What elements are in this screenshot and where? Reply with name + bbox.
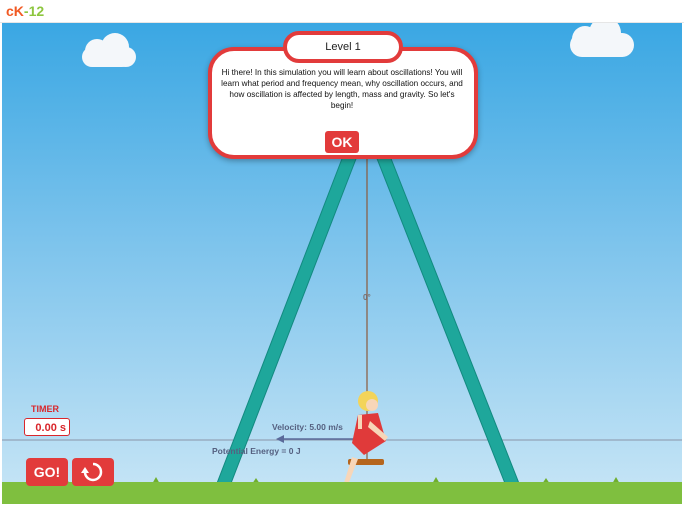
reset-icon [81,462,103,482]
top-bar: cK-12 [0,0,684,23]
potential-energy-readout: Potential Energy = 0 J [212,446,301,456]
angle-readout: 0° [363,293,371,302]
velocity-arrowhead [276,435,284,443]
ok-button[interactable]: OK [325,131,359,153]
velocity-readout: Velocity: 5.00 m/s [272,422,343,432]
logo-ck: cK [6,3,24,19]
dialog-title: Level 1 [283,31,403,63]
reset-button[interactable] [72,458,114,486]
dialog-text: Hi there! In this simulation you will le… [221,68,463,110]
timer-display: 0.00 s [24,418,70,436]
logo-rest: -12 [23,3,45,19]
go-button[interactable]: GO! [26,458,68,486]
timer-label: TIMER [31,404,59,414]
ck12-logo: cK-12 [6,3,44,19]
